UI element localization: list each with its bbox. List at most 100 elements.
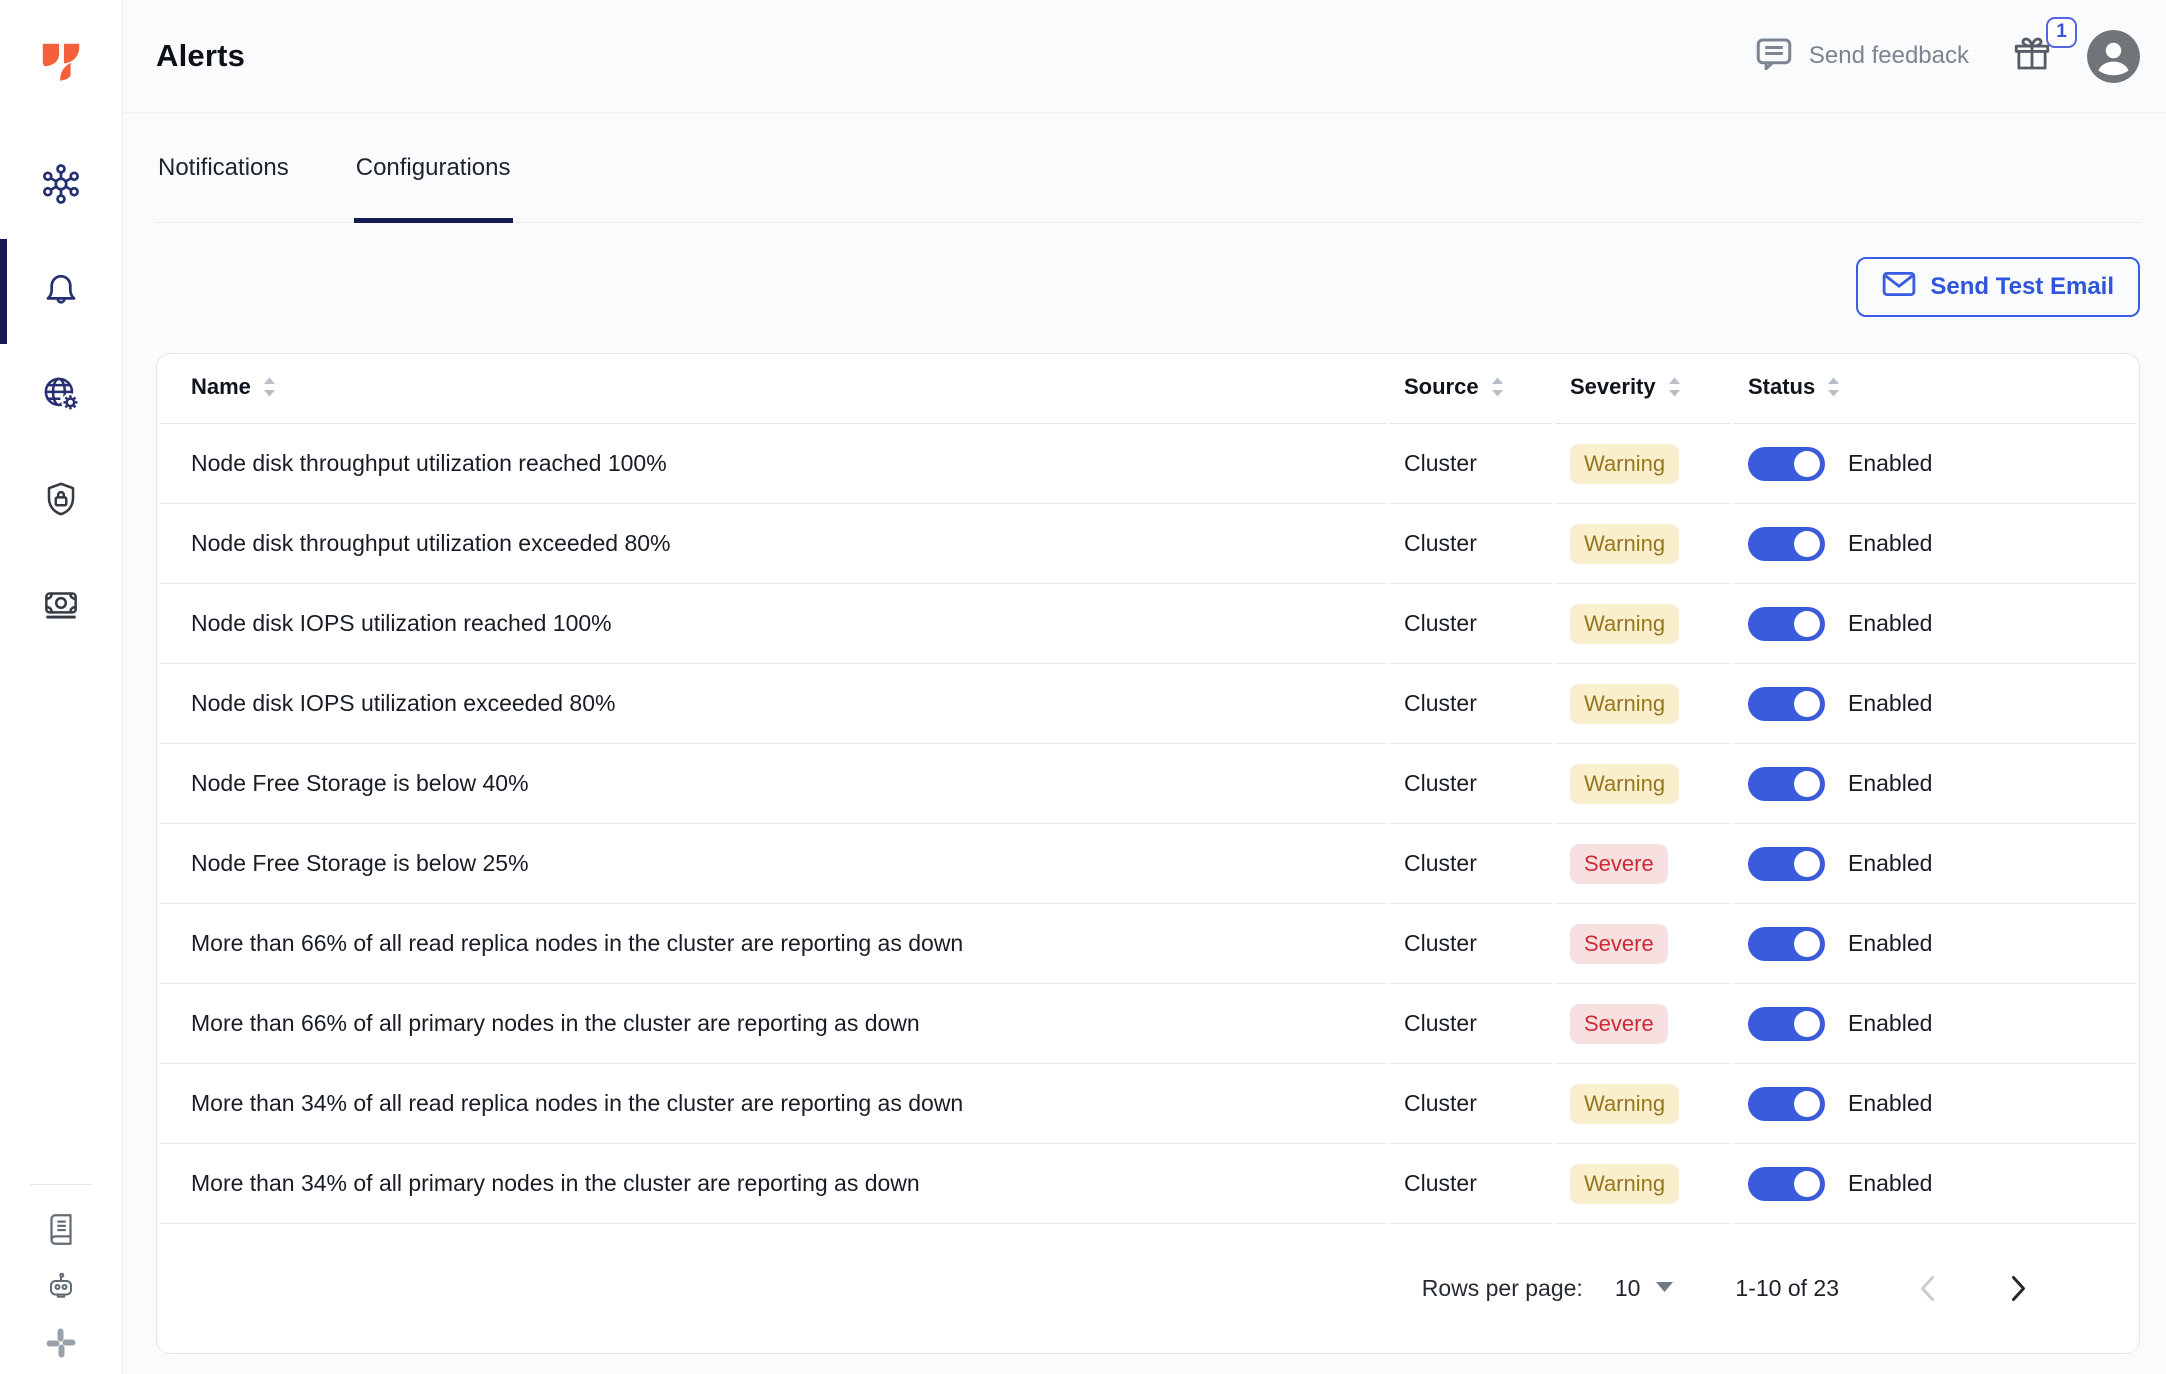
status-toggle[interactable] <box>1748 686 1825 721</box>
gift-badge: 1 <box>2046 16 2077 48</box>
alert-name: More than 66% of all primary nodes in th… <box>160 984 1386 1064</box>
sidebar-item-billing[interactable] <box>0 554 122 659</box>
table-row: More than 66% of all read replica nodes … <box>160 904 2136 984</box>
sidebar-item-slack[interactable] <box>0 1317 122 1374</box>
docs-book-icon <box>42 1210 80 1253</box>
rows-per-page-value: 10 <box>1614 1275 1641 1301</box>
yugabyte-logo[interactable] <box>38 38 84 84</box>
status-label: Enabled <box>1848 450 1933 476</box>
next-page-button[interactable] <box>2010 1275 2027 1302</box>
table-row: Node disk IOPS utilization reached 100% … <box>160 584 2136 664</box>
toggle-knob <box>1794 930 1820 957</box>
table-header-row: Name Source Severity Status <box>160 354 2136 424</box>
alert-source: Cluster <box>1389 1144 1552 1224</box>
toggle-knob <box>1794 610 1820 637</box>
toggle-knob <box>1794 530 1820 557</box>
sort-icon[interactable] <box>1490 377 1505 403</box>
whats-new-button[interactable]: 1 <box>2011 16 2077 80</box>
sort-icon[interactable] <box>1667 377 1682 403</box>
alert-source: Cluster <box>1389 424 1552 504</box>
status-toggle[interactable] <box>1748 1166 1825 1201</box>
column-header-source[interactable]: Source <box>1389 354 1552 424</box>
status-label: Enabled <box>1848 1090 1933 1116</box>
send-feedback-label: Send feedback <box>1808 42 1969 69</box>
sort-icon[interactable] <box>1826 377 1841 403</box>
table-row: More than 34% of all primary nodes in th… <box>160 1144 2136 1224</box>
toggle-knob <box>1794 770 1820 797</box>
status-label: Enabled <box>1848 1010 1933 1036</box>
table-row: More than 66% of all primary nodes in th… <box>160 984 2136 1064</box>
status-toggle[interactable] <box>1748 1006 1825 1041</box>
status-cell: Enabled <box>1748 1166 2136 1201</box>
previous-page-button[interactable] <box>1919 1275 1936 1302</box>
alert-source: Cluster <box>1389 744 1552 824</box>
user-avatar[interactable] <box>2087 29 2140 83</box>
sidebar-item-assistant[interactable] <box>0 1260 122 1317</box>
content: Send Test Email Name Source Severity Sta… <box>123 223 2166 1354</box>
status-toggle[interactable] <box>1748 766 1825 801</box>
column-header-status[interactable]: Status <box>1733 354 2136 424</box>
main-area: Alerts Send feedback 1 Notifications Con… <box>123 0 2166 1374</box>
status-toggle[interactable] <box>1748 446 1825 481</box>
send-test-email-button[interactable]: Send Test Email <box>1856 257 2140 317</box>
status-cell: Enabled <box>1748 526 2136 561</box>
severity-badge: Warning <box>1570 1083 1680 1124</box>
status-cell: Enabled <box>1748 926 2136 961</box>
billing-icon <box>38 581 84 632</box>
toggle-knob <box>1794 1090 1820 1117</box>
tab-configurations[interactable]: Configurations <box>353 113 513 223</box>
sidebar-footer <box>0 1184 122 1374</box>
severity-badge: Severe <box>1570 923 1668 964</box>
alerts-table: Name Source Severity Status Node disk th… <box>157 354 2139 1224</box>
alert-name: Node disk throughput utilization exceede… <box>160 504 1386 584</box>
alert-source: Cluster <box>1389 504 1552 584</box>
slack-icon <box>43 1325 79 1366</box>
sidebar-item-clusters[interactable] <box>0 134 122 239</box>
send-feedback-button[interactable]: Send feedback <box>1753 33 1969 80</box>
severity-badge: Severe <box>1570 843 1668 884</box>
alert-name: More than 34% of all read replica nodes … <box>160 1064 1386 1144</box>
alert-name: Node Free Storage is below 40% <box>160 744 1386 824</box>
toggle-knob <box>1794 850 1820 877</box>
header-controls: Send feedback 1 <box>1753 16 2140 83</box>
alert-source: Cluster <box>1389 1064 1552 1144</box>
severity-badge: Warning <box>1570 1163 1680 1204</box>
alert-name: Node disk IOPS utilization exceeded 80% <box>160 664 1386 744</box>
sidebar-item-security[interactable] <box>0 449 122 554</box>
status-cell: Enabled <box>1748 1086 2136 1121</box>
pagination-range: 1-10 of 23 <box>1735 1275 1839 1301</box>
top-header: Alerts Send feedback 1 <box>123 0 2166 113</box>
sort-icon[interactable] <box>262 377 277 403</box>
alert-name: Node Free Storage is below 25% <box>160 824 1386 904</box>
status-toggle[interactable] <box>1748 606 1825 641</box>
status-toggle[interactable] <box>1748 526 1825 561</box>
tabs: Notifications Configurations <box>156 113 2140 223</box>
status-label: Enabled <box>1848 770 1933 796</box>
table-row: Node disk IOPS utilization exceeded 80% … <box>160 664 2136 744</box>
alert-source: Cluster <box>1389 904 1552 984</box>
table-row: More than 34% of all read replica nodes … <box>160 1064 2136 1144</box>
sidebar-item-alerts[interactable] <box>0 239 122 344</box>
status-label: Enabled <box>1848 530 1933 556</box>
status-toggle[interactable] <box>1748 846 1825 881</box>
tab-notifications[interactable]: Notifications <box>156 113 291 222</box>
status-cell: Enabled <box>1748 686 2136 721</box>
rows-per-page-select[interactable]: 10 <box>1615 1275 1674 1302</box>
table-row: Node disk throughput utilization reached… <box>160 424 2136 504</box>
sidebar-item-network[interactable] <box>0 344 122 449</box>
column-header-name[interactable]: Name <box>160 354 1386 424</box>
status-toggle[interactable] <box>1748 1086 1825 1121</box>
status-toggle[interactable] <box>1748 926 1825 961</box>
alerts-table-body: Node disk throughput utilization reached… <box>160 424 2136 1224</box>
alert-source: Cluster <box>1389 584 1552 664</box>
status-label: Enabled <box>1848 930 1933 956</box>
alert-name: More than 66% of all read replica nodes … <box>160 904 1386 984</box>
status-label: Enabled <box>1848 850 1933 876</box>
table-row: Node Free Storage is below 25% Cluster S… <box>160 824 2136 904</box>
send-test-email-label: Send Test Email <box>1930 273 2114 300</box>
sidebar <box>0 0 123 1374</box>
sidebar-item-docs[interactable] <box>0 1203 122 1260</box>
severity-badge: Warning <box>1570 443 1680 484</box>
feedback-chat-icon <box>1753 33 1795 80</box>
column-header-severity[interactable]: Severity <box>1555 354 1730 424</box>
